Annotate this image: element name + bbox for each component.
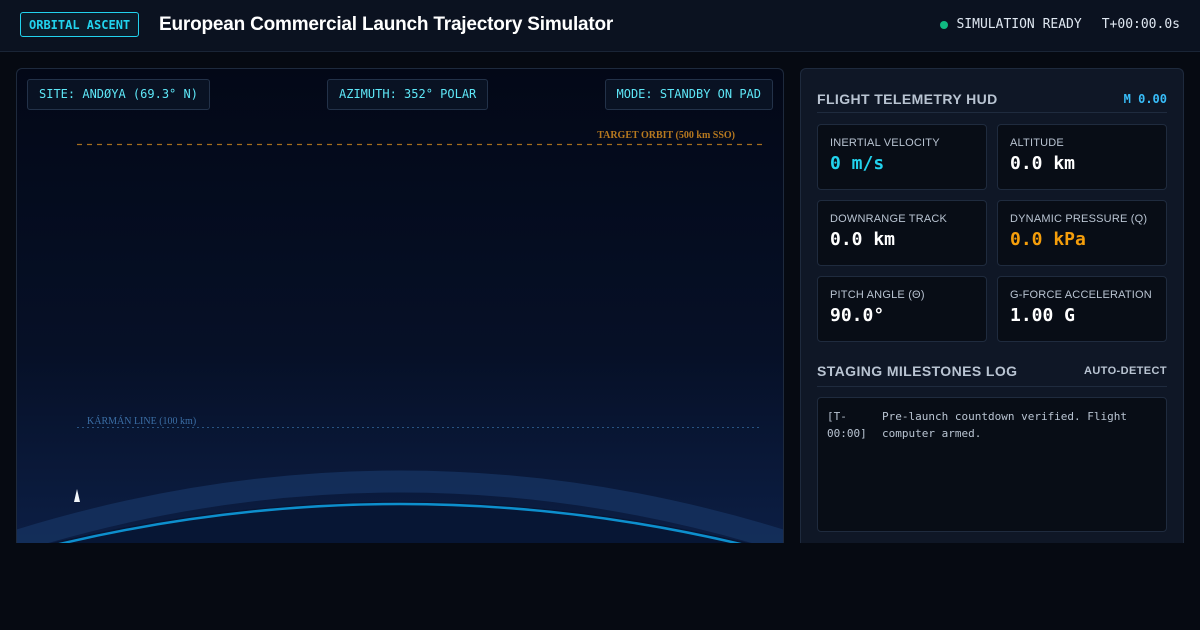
log-entry-time: [T-00:00] <box>827 410 867 440</box>
mach-readout: M 0.00 <box>1123 92 1167 106</box>
rocket-icon <box>74 489 80 502</box>
metric-label: PITCH ANGLE (Θ) <box>830 289 925 301</box>
mission-clock: T+00:00.0s <box>1101 17 1180 32</box>
trajectory-viewport[interactable]: TARGET ORBIT (500 km SSO) KÁRMÁN LINE (1… <box>16 68 784 543</box>
log-title: STAGING MILESTONES LOG <box>817 363 1018 379</box>
metric-card-velocity: INERTIAL VELOCITY 0 m/s <box>817 124 987 190</box>
auto-detect-toggle[interactable]: AUTO-DETECT <box>1084 365 1167 377</box>
status-group: SIMULATION READY T+00:00.0s <box>940 17 1180 32</box>
metric-value: 0.0 kPa <box>1010 229 1086 250</box>
hud-header: FLIGHT TELEMETRY HUD M 0.00 <box>817 86 1167 113</box>
metric-value: 1.00 G <box>1010 305 1076 326</box>
status-dot-icon <box>940 20 949 29</box>
brand-badge: ORBITAL ASCENT <box>20 12 140 37</box>
metric-label: ALTITUDE <box>1010 137 1064 149</box>
mode-chip: MODE: STANDBY ON PAD <box>604 79 773 110</box>
telemetry-panel: FLIGHT TELEMETRY HUD M 0.00 INERTIAL VEL… <box>800 68 1184 543</box>
metric-label: INERTIAL VELOCITY <box>830 137 940 149</box>
site-chip: SITE: ANDØYA (69.3° N) <box>27 79 210 110</box>
azimuth-chip: AZIMUTH: 352° POLAR <box>327 79 489 110</box>
log-entry-text: Pre-launch countdown verified. Flight co… <box>882 410 1128 440</box>
metric-card-g-force: G-FORCE ACCELERATION 1.00 G <box>997 276 1167 342</box>
log-header: STAGING MILESTONES LOG AUTO-DETECT <box>817 356 1167 387</box>
app-header: ORBITAL ASCENT European Commercial Launc… <box>0 0 1200 52</box>
app-title: European Commercial Launch Trajectory Si… <box>159 14 614 35</box>
log-entry: [T-00:00] Pre-launch countdown verified.… <box>827 408 1157 442</box>
metric-value: 90.0° <box>830 305 885 326</box>
metric-card-dynamic-pressure: DYNAMIC PRESSURE (Q) 0.0 kPa <box>997 200 1167 266</box>
metric-value: 0 m/s <box>830 153 885 174</box>
metric-label: G-FORCE ACCELERATION <box>1010 289 1152 301</box>
metric-value: 0.0 km <box>830 229 896 250</box>
metric-label: DOWNRANGE TRACK <box>830 213 948 225</box>
trajectory-canvas: TARGET ORBIT (500 km SSO) KÁRMÁN LINE (1… <box>17 130 783 543</box>
simulation-status: SIMULATION READY <box>956 17 1082 32</box>
hud-title: FLIGHT TELEMETRY HUD <box>817 91 998 107</box>
target-orbit-label: TARGET ORBIT (500 km SSO) <box>597 130 735 141</box>
milestone-log[interactable]: [T-00:00] Pre-launch countdown verified.… <box>817 397 1167 532</box>
metric-card-downrange: DOWNRANGE TRACK 0.0 km <box>817 200 987 266</box>
metric-value: 0.0 km <box>1010 153 1076 174</box>
metric-card-altitude: ALTITUDE 0.0 km <box>997 124 1167 190</box>
metric-label: DYNAMIC PRESSURE (Q) <box>1010 213 1148 225</box>
metric-card-pitch: PITCH ANGLE (Θ) 90.0° <box>817 276 987 342</box>
karman-label: KÁRMÁN LINE (100 km) <box>87 415 196 427</box>
